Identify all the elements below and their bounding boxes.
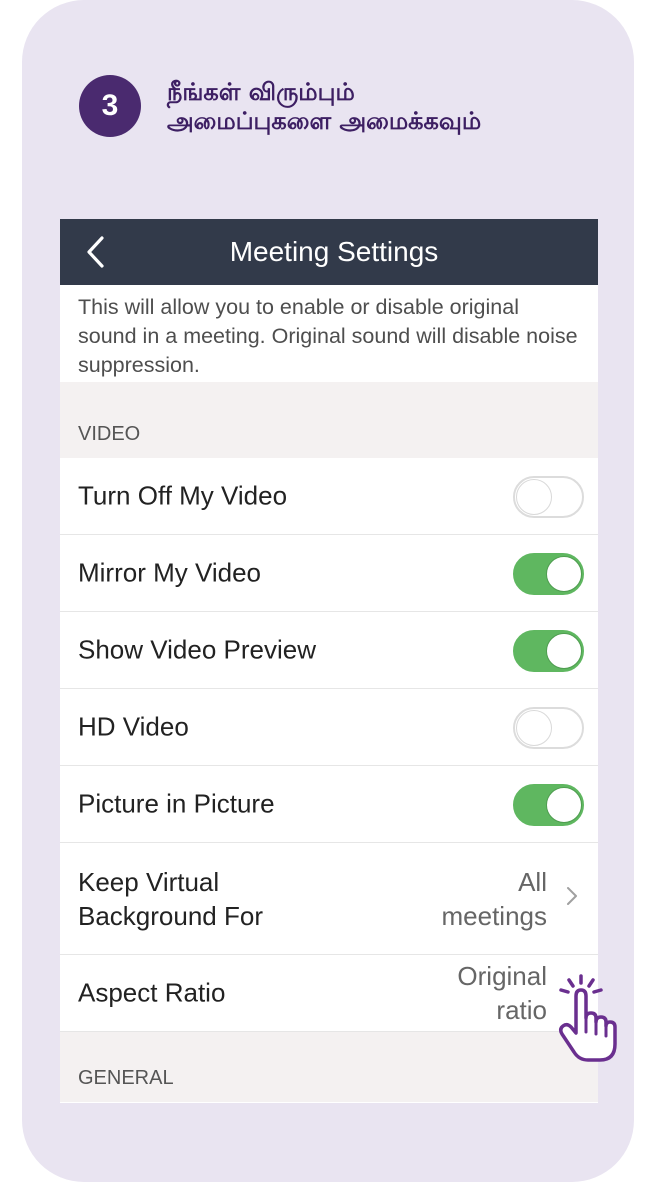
tap-hand-icon [548, 974, 618, 1064]
step-instruction-line1: நீங்கள் விரும்பும் [167, 78, 355, 106]
setting-row-mirror-my-video: Mirror My Video [60, 535, 598, 612]
toggle-knob [546, 556, 582, 592]
toggle-show-video-preview[interactable] [513, 630, 584, 672]
setting-value: Original ratio [457, 959, 547, 1027]
toggle-picture-in-picture[interactable] [513, 784, 584, 826]
setting-row-keep-virtual-background[interactable]: Keep Virtual Background For All meetings [60, 843, 598, 955]
section-header-label: VIDEO [78, 423, 141, 445]
chevron-left-icon[interactable] [82, 234, 110, 270]
step-number-badge: 3 [79, 75, 141, 137]
section-header-general: GENERAL [60, 1032, 598, 1102]
setting-row-picture-in-picture: Picture in Picture [60, 766, 598, 843]
setting-value-line1: All [518, 866, 547, 897]
setting-label: Picture in Picture [78, 788, 275, 819]
setting-label: HD Video [78, 711, 189, 742]
step-instruction: நீங்கள் விரும்பும் அமைப்புகளை அமைக்கவும் [167, 78, 637, 136]
toggle-knob [516, 710, 552, 746]
toggle-knob [516, 479, 552, 515]
toggle-knob [546, 633, 582, 669]
setting-description: This will allow you to enable or disable… [60, 285, 598, 382]
section-header-label: GENERAL [78, 1067, 174, 1089]
toggle-knob [546, 787, 582, 823]
nav-bar: Meeting Settings [60, 219, 598, 285]
setting-value-line2: ratio [496, 995, 547, 1025]
setting-label: Show Video Preview [78, 634, 316, 665]
toggle-hd-video[interactable] [513, 707, 584, 749]
section-header-video: VIDEO [60, 382, 598, 458]
page-title: Meeting Settings [229, 236, 439, 267]
setting-row-aspect-ratio[interactable]: Aspect Ratio Original ratio [60, 955, 598, 1032]
setting-label-line1: Keep Virtual [78, 866, 220, 897]
setting-label: Turn Off My Video [78, 480, 288, 511]
toggle-turn-off-my-video[interactable] [513, 476, 584, 518]
setting-row-hd-video: HD Video [60, 689, 598, 766]
setting-row-show-video-preview: Show Video Preview [60, 612, 598, 689]
setting-label-line2: Background For [78, 900, 263, 931]
step-instruction-line2: அமைப்புகளை அமைக்கவும் [167, 107, 482, 135]
setting-label: Keep Virtual Background For [78, 865, 263, 933]
setting-label: Aspect Ratio [78, 977, 226, 1008]
phone-screen: Meeting Settings This will allow you to … [60, 219, 598, 1103]
setting-value-line2: meetings [441, 900, 548, 931]
setting-value: All meetings [442, 865, 548, 933]
toggle-mirror-my-video[interactable] [513, 553, 584, 595]
setting-label: Mirror My Video [78, 557, 262, 588]
chevron-right-icon [566, 886, 578, 912]
setting-row-turn-off-my-video: Turn Off My Video [60, 458, 598, 535]
setting-value-line1: Original [457, 961, 547, 991]
